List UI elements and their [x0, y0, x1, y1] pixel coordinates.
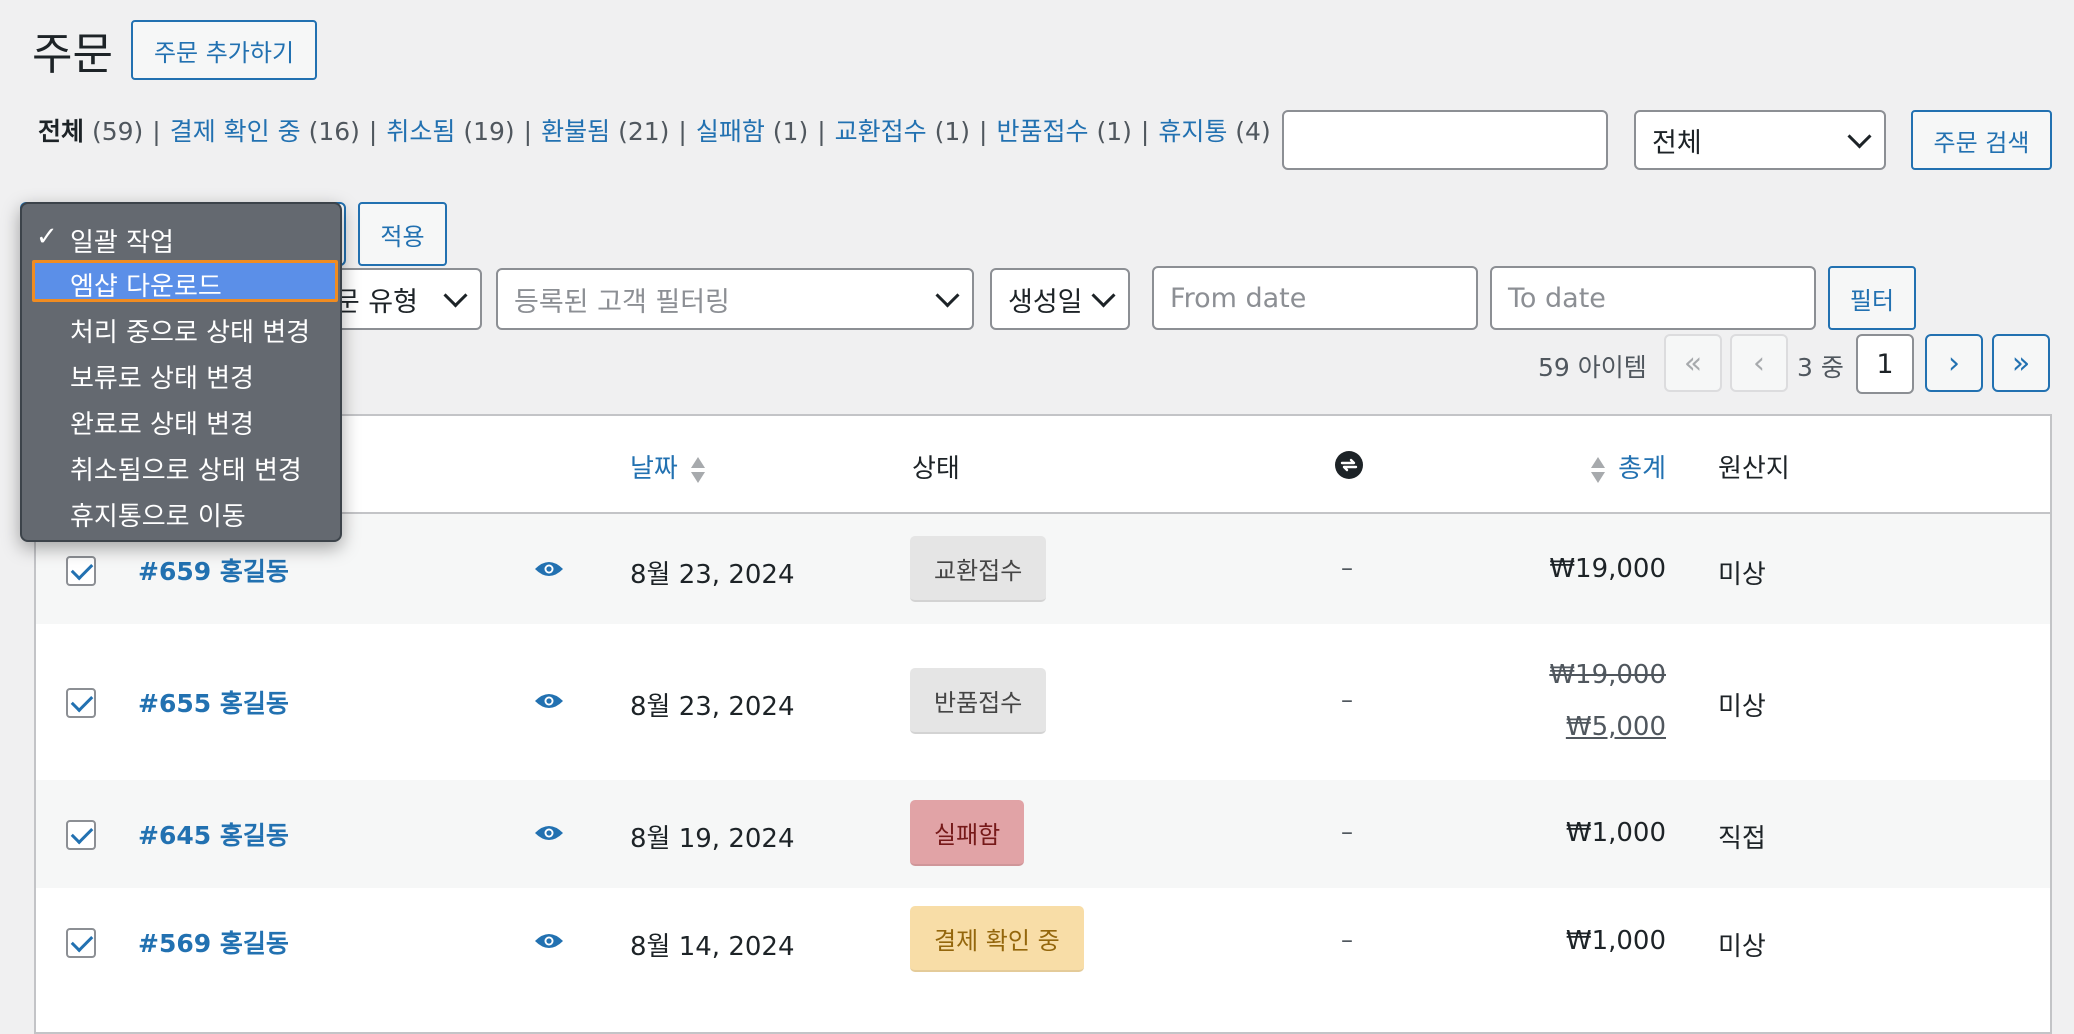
page-title: 주문 — [32, 29, 113, 80]
bulk-option-mark-cancelled[interactable]: 취소됨으로 상태 변경 — [70, 450, 302, 487]
order-total-original: ₩19,000 — [1549, 660, 1666, 690]
order-search-button[interactable]: 주문 검색 — [1911, 110, 2052, 170]
bulk-option-msp-download[interactable]: 엠샵 다운로드 — [70, 266, 222, 303]
search-type-value: 전체 — [1652, 127, 1702, 159]
order-date: 8월 23, 2024 — [630, 692, 795, 722]
date-type-value: 생성일 — [1008, 286, 1083, 318]
bulk-option-mark-on-hold[interactable]: 보류로 상태 변경 — [70, 358, 254, 395]
next-page-button[interactable]: › — [1925, 334, 1983, 392]
row-checkbox[interactable] — [66, 820, 96, 850]
row-checkbox[interactable] — [66, 556, 96, 586]
status-filter-list: 전체 (59) | 결제 확인 중 (16) | 취소됨 (19) | 환불됨 (21) | 실… — [38, 117, 1271, 146]
order-link[interactable]: #655 홍길동 — [138, 684, 289, 720]
status-badge: 교환접수 — [910, 536, 1047, 602]
order-link[interactable]: #645 홍길동 — [138, 816, 289, 852]
order-date: 8월 14, 2024 — [630, 932, 795, 962]
bulk-option-move-to-trash[interactable]: 휴지통으로 이동 — [70, 496, 246, 533]
status-filter-all[interactable]: 전체 (59) — [38, 117, 143, 146]
order-link[interactable]: #569 홍길동 — [138, 924, 289, 960]
dropdown-check-icon: ✓ — [36, 222, 58, 252]
bulk-option-mark-completed[interactable]: 완료로 상태 변경 — [70, 404, 254, 441]
bulk-option-bulk-actions[interactable]: 일괄 작업 — [70, 222, 174, 259]
chevron-down-icon — [1091, 282, 1116, 308]
row-checkbox[interactable] — [66, 928, 96, 958]
order-date: 8월 23, 2024 — [630, 560, 795, 590]
order-origin: 직접 — [1718, 824, 1766, 854]
order-date: 8월 19, 2024 — [630, 824, 795, 854]
order-total: ₩19,000 — [1549, 554, 1666, 584]
status-filter-exchange[interactable]: 교환접수 (1) — [835, 117, 970, 146]
to-date-input[interactable]: To date — [1490, 266, 1816, 330]
bulk-action-dropdown: ✓ 일괄 작업 엠샵 다운로드 처리 중으로 상태 변경 보류로 상태 변경 완… — [20, 202, 342, 542]
table-row[interactable]: #645 홍길동 8월 19, 2024 실패함 – ₩1,000 직접 — [36, 780, 2050, 888]
status-filter-failed[interactable]: 실패함 (1) — [696, 117, 808, 146]
status-badge: 실패함 — [910, 800, 1025, 866]
order-total: ₩1,000 — [1565, 818, 1666, 848]
status-badge: 결제 확인 중 — [910, 906, 1084, 972]
prev-page-button[interactable]: ‹ — [1730, 334, 1788, 392]
search-type-select[interactable]: 전체 — [1634, 110, 1886, 170]
order-origin: 미상 — [1718, 692, 1766, 722]
order-total-refunded: ₩5,000 — [1565, 712, 1666, 742]
order-origin: 미상 — [1718, 932, 1766, 962]
items-count: 59 아이템 — [1538, 353, 1647, 382]
order-search-input[interactable] — [1282, 110, 1608, 170]
eye-icon[interactable] — [534, 824, 564, 842]
date-type-select[interactable]: 생성일 — [990, 268, 1130, 330]
sort-icon — [1590, 456, 1605, 483]
chevron-down-icon — [1847, 123, 1872, 149]
add-order-button[interactable]: 주문 추가하기 — [131, 20, 317, 80]
bulk-apply-button[interactable]: 적용 — [358, 202, 447, 266]
sync-status: – — [1341, 818, 1353, 846]
column-header-total[interactable]: 총계 — [1590, 448, 1666, 485]
last-page-button[interactable]: » — [1992, 334, 2050, 392]
sync-status: – — [1341, 686, 1353, 714]
customer-filter-select[interactable]: 등록된 고객 필터링 — [496, 268, 974, 330]
status-filter-return[interactable]: 반품접수 (1) — [996, 117, 1131, 146]
filter-button[interactable]: 필터 — [1828, 266, 1916, 330]
column-header-status: 상태 — [912, 454, 960, 484]
table-row[interactable]: #569 홍길동 8월 14, 2024 결제 확인 중 – ₩1,000 미상 — [36, 888, 2050, 998]
sync-status: – — [1341, 554, 1353, 582]
sort-icon — [691, 456, 706, 483]
order-link[interactable]: #659 홍길동 — [138, 552, 289, 588]
from-date-input[interactable]: From date — [1152, 266, 1478, 330]
bulk-option-mark-processing[interactable]: 처리 중으로 상태 변경 — [70, 312, 310, 349]
current-page-input[interactable]: 1 — [1856, 334, 1914, 394]
row-checkbox[interactable] — [66, 688, 96, 718]
eye-icon[interactable] — [534, 692, 564, 710]
chevron-down-icon — [443, 282, 468, 308]
status-filter-pending[interactable]: 결제 확인 중 (16) — [170, 117, 360, 146]
table-row[interactable]: #655 홍길동 8월 23, 2024 반품접수 – ₩19,000 ₩5,0… — [36, 624, 2050, 780]
order-origin: 미상 — [1718, 560, 1766, 590]
total-pages: 3 중 — [1797, 353, 1844, 382]
eye-icon[interactable] — [534, 560, 564, 578]
sync-icon — [1335, 451, 1363, 479]
first-page-button[interactable]: « — [1664, 334, 1722, 392]
status-filter-refunded[interactable]: 환불됨 (21) — [541, 117, 669, 146]
column-header-origin: 원산지 — [1718, 454, 1790, 484]
status-badge: 반품접수 — [910, 668, 1047, 734]
order-total: ₩1,000 — [1565, 926, 1666, 956]
customer-filter-placeholder: 등록된 고객 필터링 — [514, 286, 730, 318]
chevron-down-icon — [935, 282, 960, 308]
column-header-date[interactable]: 날짜 — [630, 448, 706, 485]
eye-icon[interactable] — [534, 932, 564, 950]
sync-status: – — [1341, 926, 1353, 954]
status-filter-trash[interactable]: 휴지통 (4) — [1158, 117, 1270, 146]
status-filter-cancelled[interactable]: 취소됨 (19) — [386, 117, 514, 146]
